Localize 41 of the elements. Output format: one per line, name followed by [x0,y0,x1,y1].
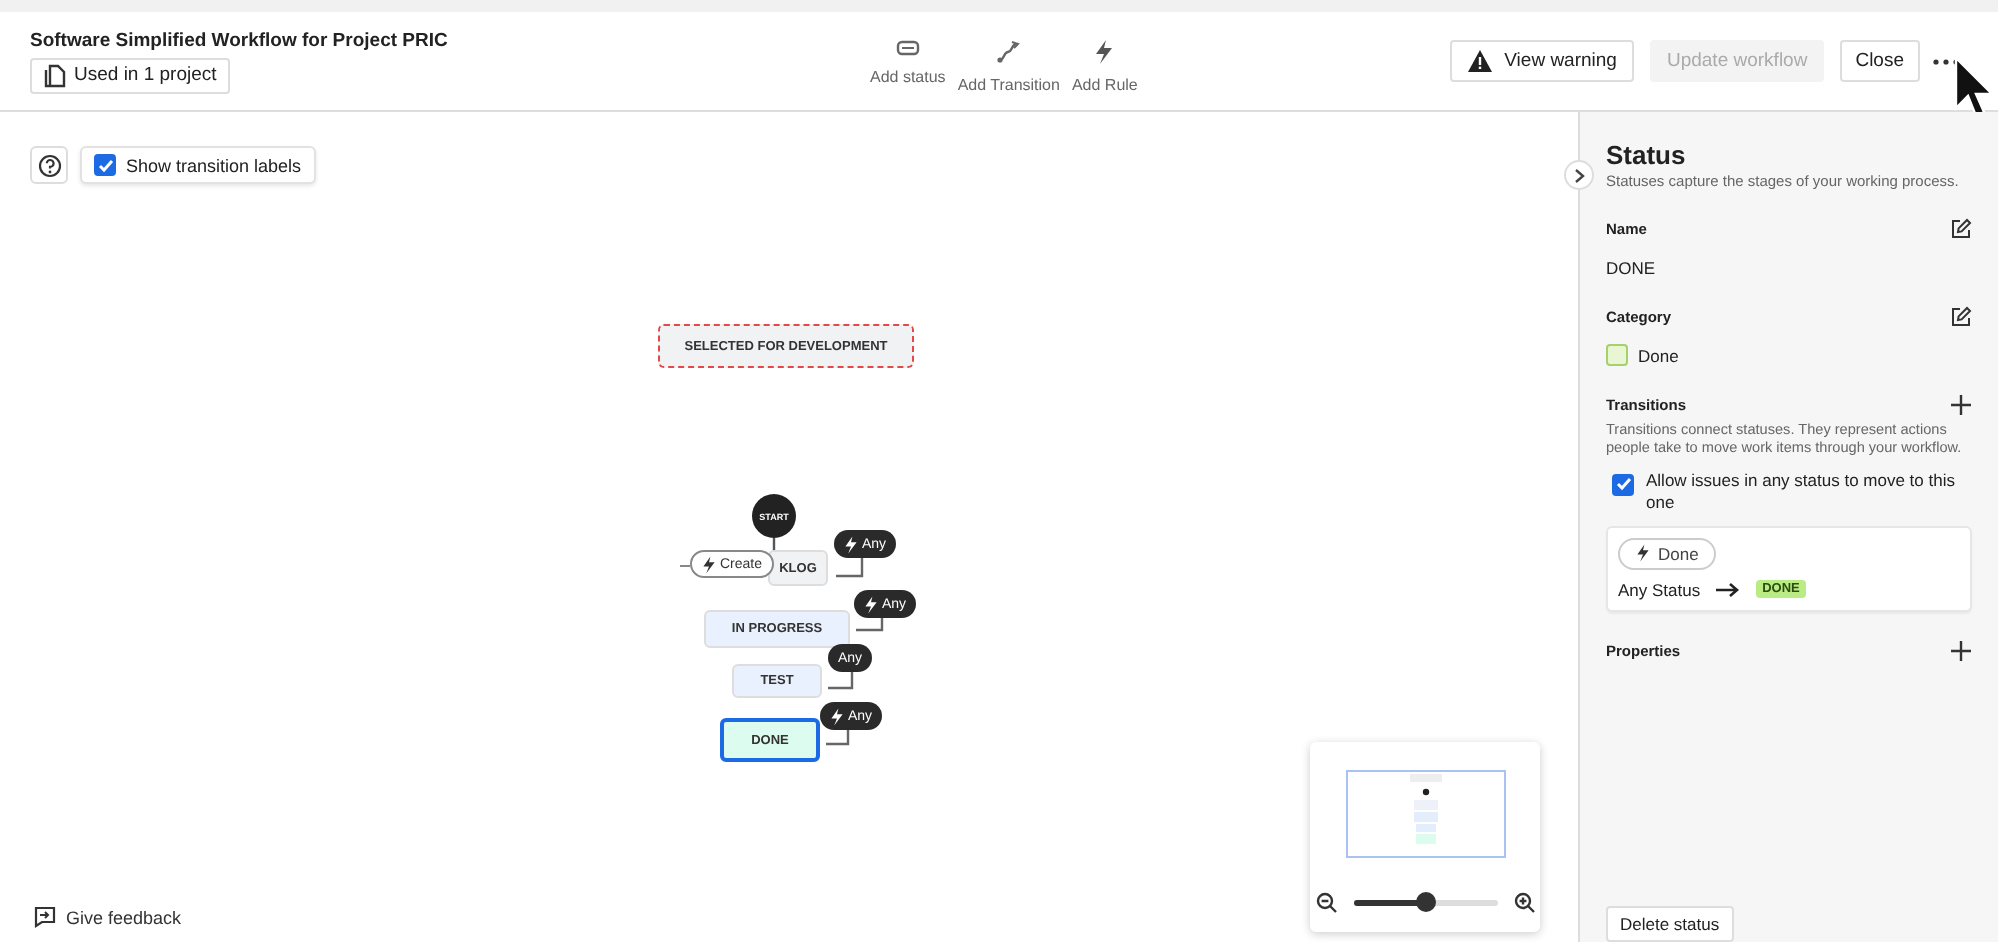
workflow-title: Software Simplified Workflow for Project PRIC [30,29,450,51]
edit-icon[interactable] [1950,218,1972,240]
bolt-icon [1094,40,1115,64]
allow-any-status-label: Allow issues in any status to move to this one [1646,469,1957,516]
status-name-value: DONE [1606,258,1658,278]
status-icon [895,40,920,56]
warning-icon [1468,50,1493,72]
zoom-in-icon[interactable] [1513,892,1535,914]
add-transition-button[interactable]: Add Transition [957,40,1060,94]
feedback-icon [34,906,56,928]
transition-icon [996,40,1021,64]
used-in-project-button[interactable]: Used in 1 project [30,57,231,93]
checkbox[interactable] [94,154,116,176]
add-status-button[interactable]: Add status [870,40,946,94]
bolt-icon [1636,544,1650,563]
bolt-icon [844,535,858,553]
panel-title: Status [1606,140,1688,170]
category-value: Done [1638,345,1679,365]
checkbox[interactable] [1612,473,1634,496]
plus-icon[interactable] [1950,394,1972,416]
collapse-panel-button[interactable] [1564,160,1594,190]
show-transition-labels-toggle[interactable]: Show transition labels [80,146,316,184]
document-icon [44,63,66,87]
add-rule-button[interactable]: Add Rule [1071,40,1138,94]
give-feedback-button[interactable]: Give feedback [34,906,182,928]
delete-status-button[interactable]: Delete status [1606,906,1734,942]
view-warning-button[interactable]: View warning [1450,40,1635,82]
from-status: Any Status [1618,579,1701,600]
arrow-right-icon [1716,581,1741,598]
transition-name-pill[interactable]: Done [1618,537,1717,570]
help-button[interactable] [30,146,68,184]
create-connector [679,565,691,567]
bolt-icon [830,707,844,725]
zoom-out-icon[interactable] [1315,892,1337,914]
help-icon [37,153,61,177]
bolt-icon [702,555,716,573]
close-button[interactable]: Close [1839,40,1920,82]
bolt-icon [864,595,878,613]
plus-icon[interactable] [1950,639,1972,662]
chevron-right-icon [1573,167,1585,183]
edit-icon[interactable] [1950,306,1972,328]
